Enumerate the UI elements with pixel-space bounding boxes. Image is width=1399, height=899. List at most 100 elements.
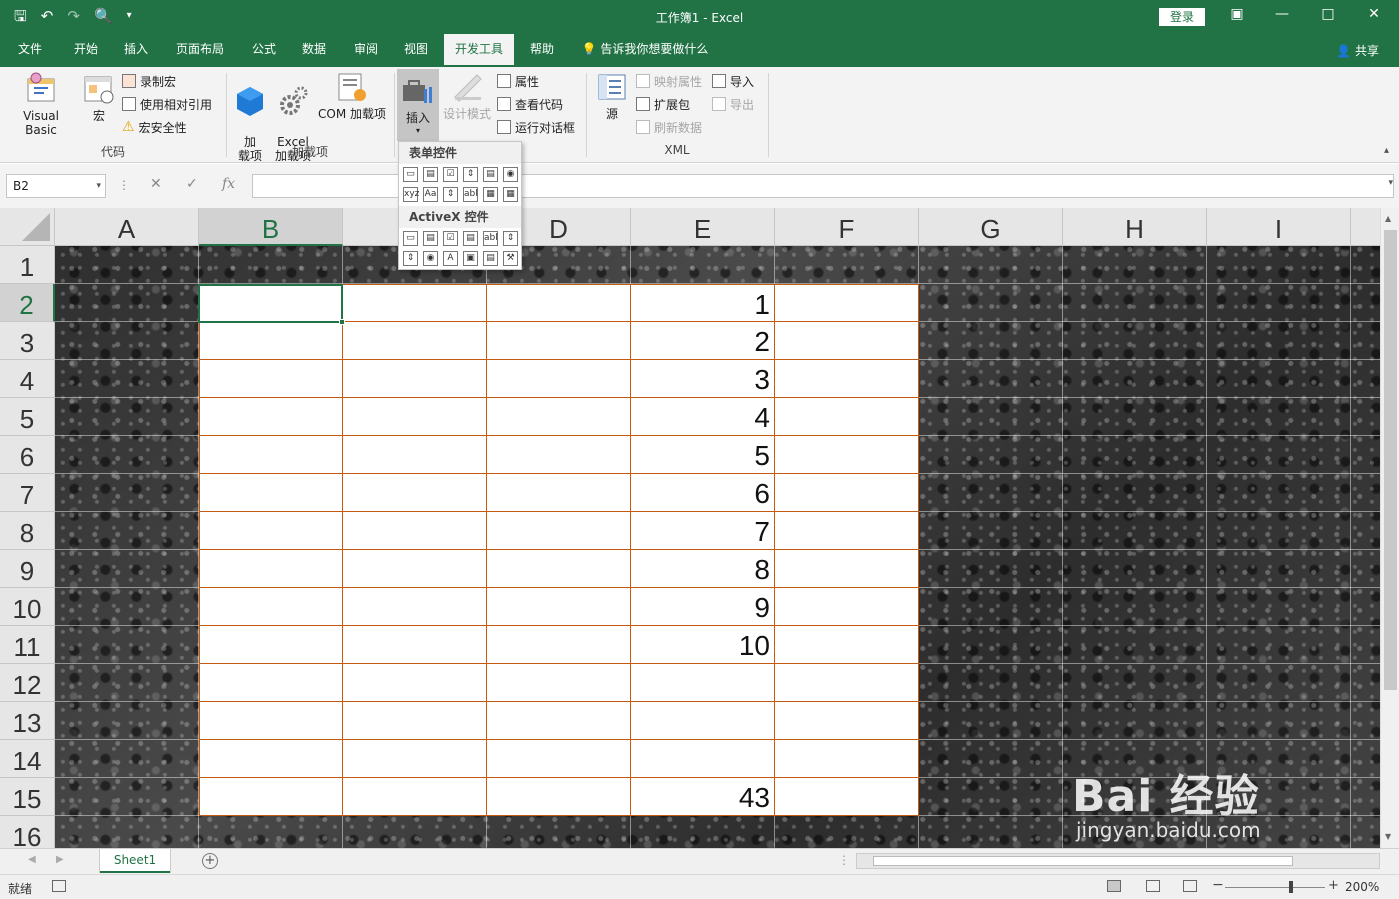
collapse-ribbon-icon[interactable]: ▴	[1384, 145, 1389, 156]
cell-b9[interactable]	[199, 550, 343, 588]
expand-formula-bar-icon[interactable]: ▾	[1388, 178, 1393, 188]
design-mode-button[interactable]: 设计模式	[441, 71, 493, 121]
cell-b15[interactable]	[199, 778, 343, 816]
name-box[interactable]: B2 ▾	[6, 174, 106, 198]
cell-e3[interactable]: 2	[631, 322, 775, 360]
activex-control-5-icon[interactable]: abl	[483, 231, 498, 246]
scroll-thumb[interactable]	[1384, 230, 1397, 690]
cell-f10[interactable]	[775, 588, 919, 626]
cell-d12[interactable]	[487, 664, 631, 702]
cell-e4[interactable]: 3	[631, 360, 775, 398]
fill-handle[interactable]	[339, 319, 345, 325]
insert-function-button[interactable]: fx	[222, 176, 235, 192]
scroll-up-icon[interactable]: ▲	[1385, 214, 1391, 223]
row-header-3[interactable]: 3	[0, 322, 55, 360]
map-properties-button[interactable]: 映射属性	[636, 72, 702, 90]
form-control-2-icon[interactable]: Aa	[423, 187, 438, 202]
zoom-out-icon[interactable]: −	[1212, 877, 1224, 893]
zoom-slider-thumb[interactable]	[1289, 881, 1293, 893]
prev-sheet-icon[interactable]: ◀	[28, 854, 36, 865]
cell-f15[interactable]	[775, 778, 919, 816]
cell-f9[interactable]	[775, 550, 919, 588]
cell-e5[interactable]: 4	[631, 398, 775, 436]
cell-b10[interactable]	[199, 588, 343, 626]
cell-c15[interactable]	[343, 778, 487, 816]
cell-c5[interactable]	[343, 398, 487, 436]
cell-b3[interactable]	[199, 322, 343, 360]
column-header-e[interactable]: E	[631, 208, 775, 246]
cell-b12[interactable]	[199, 664, 343, 702]
refresh-data-button[interactable]: 刷新数据	[636, 118, 702, 136]
tell-me-box[interactable]: 💡 告诉我你想要做什么	[578, 34, 712, 67]
next-sheet-icon[interactable]: ▶	[56, 854, 64, 865]
column-header-h[interactable]: H	[1063, 208, 1207, 246]
normal-view-icon[interactable]	[1107, 880, 1121, 892]
row-header-4[interactable]: 4	[0, 360, 55, 398]
column-header-a[interactable]: A	[55, 208, 199, 246]
cell-d15[interactable]	[487, 778, 631, 816]
cell-f2[interactable]	[775, 284, 919, 322]
row-header-9[interactable]: 9	[0, 550, 55, 588]
minimize-icon[interactable]: —	[1272, 6, 1292, 22]
cell-c9[interactable]	[343, 550, 487, 588]
row-header-16[interactable]: 16	[0, 816, 55, 848]
zoom-in-icon[interactable]: +	[1328, 878, 1339, 893]
hscroll-thumb[interactable]	[873, 856, 1293, 866]
scroll-down-icon[interactable]: ▼	[1385, 832, 1391, 841]
cell-c7[interactable]	[343, 474, 487, 512]
properties-button[interactable]: 属性	[497, 72, 539, 90]
cell-d7[interactable]	[487, 474, 631, 512]
vertical-scrollbar[interactable]: ▲ ▼	[1380, 208, 1399, 848]
activex-control-3-icon[interactable]: A	[443, 251, 458, 266]
tab-developer[interactable]: 开发工具	[444, 34, 514, 67]
column-header-partial[interactable]	[1351, 208, 1380, 246]
share-button[interactable]: 👤 共享	[1336, 42, 1379, 59]
activex-control-2-icon[interactable]: ◉	[423, 251, 438, 266]
form-control-3-icon[interactable]: ⇕	[443, 187, 458, 202]
row-header-8[interactable]: 8	[0, 512, 55, 550]
cell-e7[interactable]: 6	[631, 474, 775, 512]
cell-d8[interactable]	[487, 512, 631, 550]
cell-f13[interactable]	[775, 702, 919, 740]
visual-basic-button[interactable]: Visual Basic	[6, 71, 76, 137]
activex-control-5-icon[interactable]: ▤	[483, 251, 498, 266]
cell-d6[interactable]	[487, 436, 631, 474]
row-header-6[interactable]: 6	[0, 436, 55, 474]
macros-button[interactable]: 宏	[82, 71, 116, 123]
xml-source-button[interactable]: 源	[594, 71, 630, 121]
login-button[interactable]: 登录	[1159, 8, 1205, 26]
cell-f6[interactable]	[775, 436, 919, 474]
cell-f11[interactable]	[775, 626, 919, 664]
cell-e12[interactable]	[631, 664, 775, 702]
row-header-10[interactable]: 10	[0, 588, 55, 626]
cell-c14[interactable]	[343, 740, 487, 778]
cell-b5[interactable]	[199, 398, 343, 436]
form-control-2-icon[interactable]: ▤	[423, 167, 438, 182]
view-code-button[interactable]: 查看代码	[497, 95, 563, 113]
form-control-4-icon[interactable]: ⇕	[463, 167, 478, 182]
column-header-b[interactable]: B	[199, 208, 343, 246]
page-layout-view-icon[interactable]	[1146, 880, 1160, 892]
sheet-tab-sheet1[interactable]: Sheet1	[100, 849, 170, 873]
tab-file[interactable]: 文件	[8, 34, 52, 67]
tab-page-layout[interactable]: 页面布局	[166, 34, 234, 67]
row-header-2[interactable]: 2	[0, 284, 55, 322]
cell-b13[interactable]	[199, 702, 343, 740]
form-control-1-icon[interactable]: ▭	[403, 167, 418, 182]
column-header-i[interactable]: I	[1207, 208, 1351, 246]
import-button[interactable]: 导入	[712, 72, 754, 90]
cell-e15[interactable]: 43	[631, 778, 775, 816]
macro-recording-icon[interactable]	[52, 880, 66, 892]
zoom-level[interactable]: 200%	[1345, 880, 1379, 894]
tab-formulas[interactable]: 公式	[242, 34, 286, 67]
cell-c6[interactable]	[343, 436, 487, 474]
cell-b6[interactable]	[199, 436, 343, 474]
tab-help[interactable]: 帮助	[520, 34, 564, 67]
zoom-slider[interactable]	[1225, 887, 1325, 888]
horizontal-scrollbar[interactable]	[856, 853, 1380, 869]
select-all-button[interactable]	[0, 208, 55, 246]
row-header-1[interactable]: 1	[0, 246, 55, 284]
active-cell-b2[interactable]	[198, 284, 345, 325]
cell-f8[interactable]	[775, 512, 919, 550]
form-control-1-icon[interactable]: xyz	[403, 187, 419, 202]
